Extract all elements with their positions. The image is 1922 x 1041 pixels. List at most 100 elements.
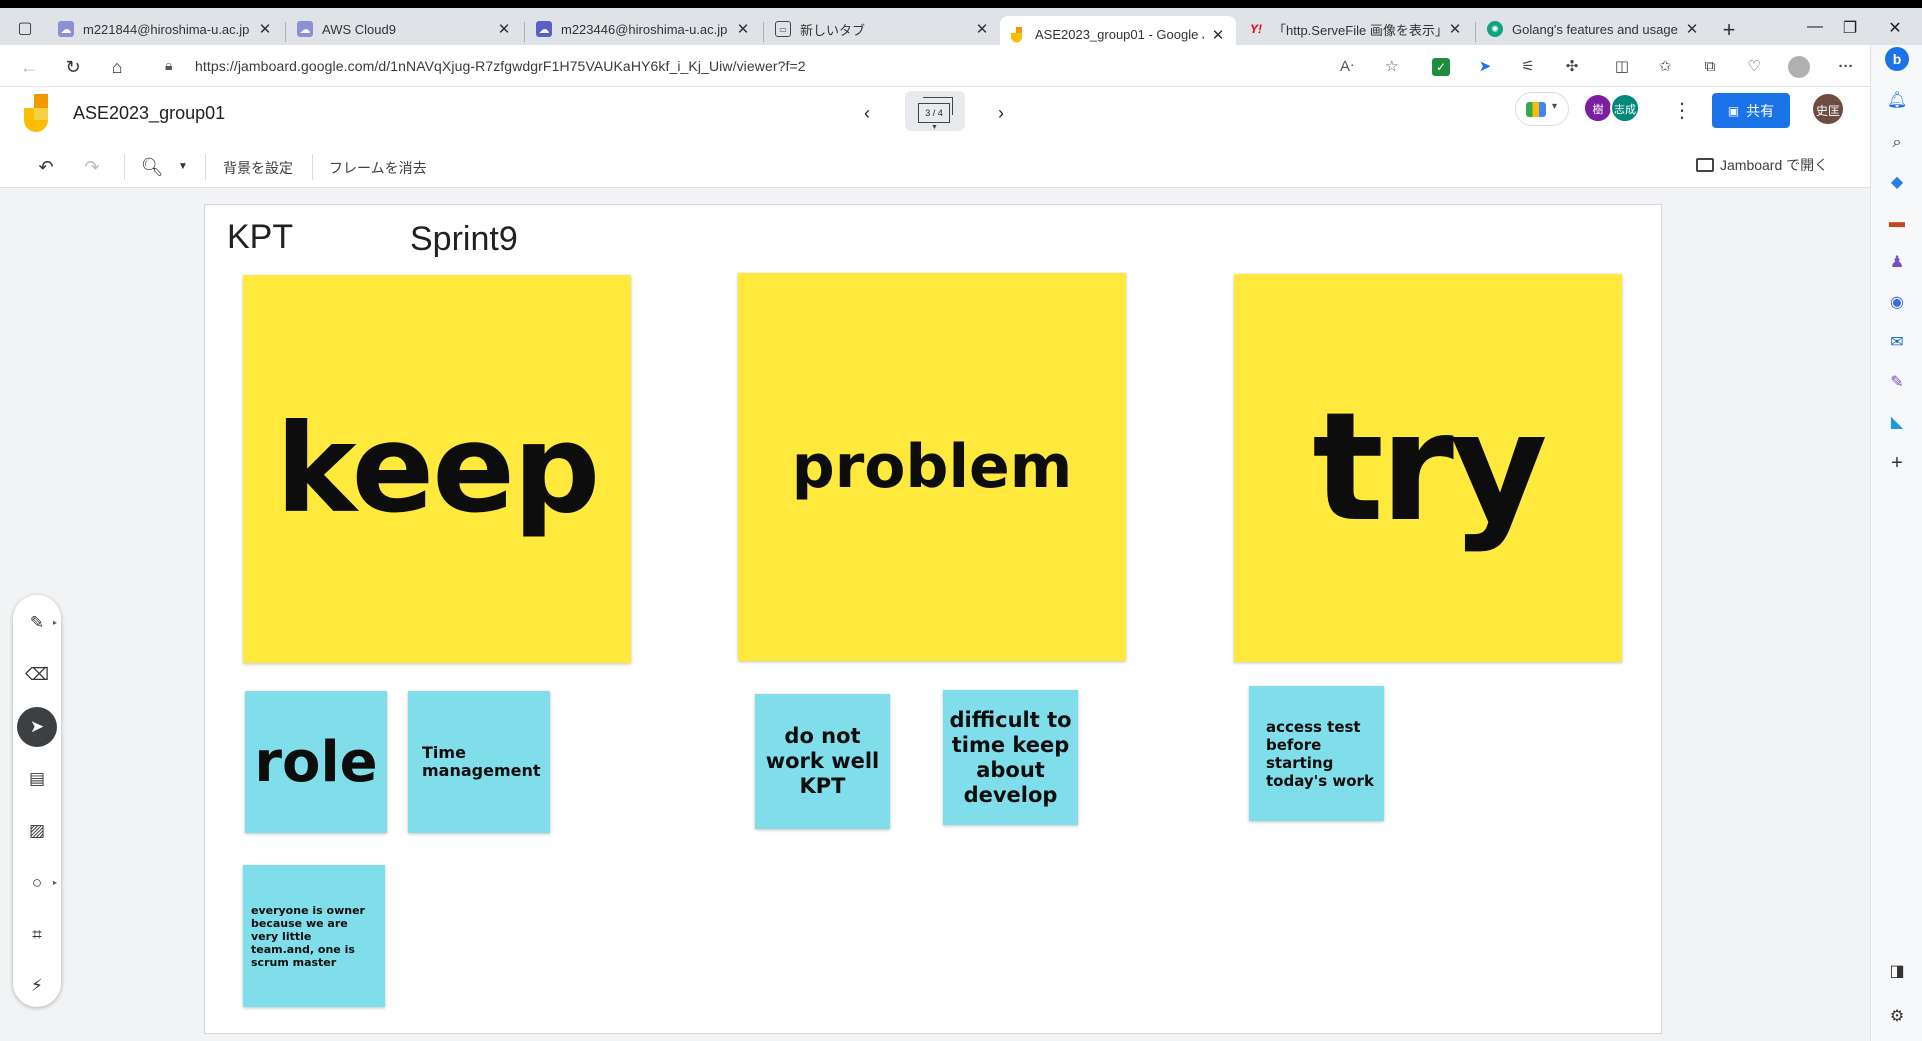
tab-actions-icon[interactable]: ▢ [10, 13, 40, 43]
tab-new-tab[interactable]: ▭ 新しいタブ ✕ [765, 12, 1000, 46]
kpt-heading[interactable]: KPT [227, 218, 293, 257]
sidebar-settings-gear-icon[interactable]: ⚙ [1885, 1005, 1909, 1029]
collections-icon[interactable]: ⧉ [1700, 57, 1720, 77]
sticky-note-icon[interactable]: ▤ [21, 763, 53, 795]
open-in-jamboard-button[interactable]: Jamboard で開く [1696, 155, 1828, 175]
more-options-icon[interactable]: ⋮ [1670, 98, 1694, 123]
tab-chatgpt[interactable]: ✺ Golang's features and usage. ✕ [1477, 12, 1710, 46]
image-icon[interactable]: ▨ [21, 815, 53, 847]
sticky-note-text: role [254, 729, 378, 795]
tab-title: ASE2023_group01 - Google Jam [1035, 27, 1204, 42]
minimize-icon[interactable]: — [1800, 18, 1830, 36]
back-button[interactable]: ← [16, 54, 42, 80]
sticky-note-problem[interactable]: problem [738, 273, 1126, 661]
checkmark-extension-icon[interactable]: ✓ [1432, 58, 1450, 76]
tab-title: 新しいタブ [800, 22, 866, 38]
redo-button[interactable]: ↷ [80, 154, 104, 180]
zoom-dropdown-icon[interactable]: ▼ [176, 154, 190, 180]
close-icon[interactable]: ✕ [1684, 20, 1700, 38]
tab-separator [763, 22, 764, 42]
address-bar-row: ← ↻ ⌂ 🔒︎ https://jamboard.google.com/d/1… [0, 45, 1922, 87]
eraser-icon[interactable]: ⌫ [21, 659, 53, 691]
sticky-note-keep[interactable]: keep [243, 275, 631, 663]
sticky-note-text: try [1312, 381, 1547, 555]
close-icon[interactable]: ✕ [257, 20, 273, 38]
open-in-jamboard-label: Jamboard で開く [1720, 157, 1829, 173]
share-button[interactable]: ▣ 共有 [1712, 93, 1790, 128]
outlook-icon[interactable]: ✉ [1885, 331, 1909, 355]
sticky-note-do-not-work-kpt[interactable]: do not work well KPT [755, 694, 890, 829]
sprint-heading[interactable]: Sprint9 [410, 220, 518, 259]
restore-icon[interactable]: ❐ [1835, 18, 1865, 38]
notifications-bell-icon[interactable]: 🔔︎ [1885, 89, 1909, 113]
bing-chat-icon[interactable]: b [1885, 47, 1909, 71]
jam-frame[interactable]: KPT Sprint9 keep problem try role Time m… [204, 204, 1662, 1034]
microsoft-365-icon[interactable]: ◉ [1885, 291, 1909, 315]
close-icon[interactable]: ✕ [974, 20, 990, 38]
next-frame-button[interactable]: › [989, 101, 1013, 125]
meet-camera-icon [1526, 102, 1546, 117]
select-arrow-icon[interactable]: ➤ [17, 707, 57, 747]
monitor-icon [1696, 158, 1714, 172]
zoom-icon[interactable]: 🔍︎ [140, 154, 164, 180]
close-icon[interactable]: ✕ [1447, 20, 1463, 38]
set-background-button[interactable]: 背景を設定 [223, 158, 293, 178]
undo-button[interactable]: ↶ [34, 154, 58, 180]
extension-graph-icon[interactable]: ⚟ [1518, 57, 1538, 77]
previous-frame-button[interactable]: ‹ [855, 101, 879, 125]
sticky-note-everyone-owner[interactable]: everyone is owner because we are very li… [243, 865, 385, 1007]
add-sidebar-app-icon[interactable]: + [1885, 451, 1909, 475]
sticky-note-time-management[interactable]: Time management [408, 691, 550, 833]
read-aloud-icon[interactable]: Aᐧ [1340, 57, 1354, 75]
sticky-note-text: access test before starting today's work [1266, 717, 1374, 790]
user-avatar[interactable]: 史匡 [1811, 92, 1845, 126]
sticky-note-access-test[interactable]: access test before starting today's work [1249, 686, 1384, 821]
tab-aws-1[interactable]: ☁ m221844@hiroshima-u.ac.jp - A ✕ [48, 12, 283, 46]
profile-icon[interactable] [1788, 56, 1810, 78]
new-tab-button[interactable]: + [1716, 17, 1742, 43]
designer-icon[interactable]: ✎ [1885, 371, 1909, 395]
cloud-icon: ☁ [58, 21, 74, 37]
settings-more-icon[interactable]: ··· [1836, 57, 1856, 77]
home-button[interactable]: ⌂ [104, 54, 130, 80]
tab-title: 「http.ServeFile 画像を表示」の検 [1273, 22, 1441, 38]
frame-bar-toggle[interactable]: 3 / 4 ▼ [905, 91, 965, 131]
meet-button[interactable]: ▾ [1515, 92, 1569, 126]
toolbar-separator [312, 154, 313, 180]
collaborator-avatar[interactable]: 樹 [1583, 93, 1613, 123]
clear-frame-button[interactable]: フレームを消去 [329, 158, 427, 178]
document-title[interactable]: ASE2023_group01 [73, 103, 225, 124]
pen-icon[interactable]: ✎ ▸ [21, 607, 57, 639]
text-box-icon[interactable]: ⌗ [21, 919, 53, 951]
tab-yahoo-search[interactable]: Y! 「http.ServeFile 画像を表示」の検 ✕ [1238, 12, 1473, 46]
search-icon[interactable]: ⌕ [1885, 131, 1909, 155]
drop-icon[interactable]: ◣ [1885, 411, 1909, 435]
split-screen-icon[interactable]: ◫ [1612, 57, 1632, 77]
collaborator-avatar[interactable]: 志成 [1610, 93, 1640, 123]
close-icon[interactable]: ✕ [735, 20, 751, 38]
hide-sidebar-icon[interactable]: ◨ [1885, 960, 1909, 984]
url-field[interactable]: 🔒︎ https://jamboard.google.com/d/1nNAVqX… [145, 50, 1415, 82]
jamboard-logo-icon[interactable] [24, 94, 52, 132]
extension-arrow-icon[interactable]: ➤ [1475, 57, 1495, 77]
laser-icon[interactable]: ⚡︎ [21, 970, 53, 1002]
close-icon[interactable]: ✕ [1210, 26, 1226, 44]
window-close-icon[interactable]: ✕ [1880, 18, 1910, 38]
browser-essentials-icon[interactable]: ♡ [1744, 57, 1764, 77]
tools-briefcase-icon[interactable]: ▬ [1885, 211, 1909, 235]
reload-button[interactable]: ↻ [60, 54, 86, 80]
sticky-note-role[interactable]: role [245, 691, 387, 833]
extensions-puzzle-icon[interactable]: ✣ [1562, 57, 1582, 77]
cloud-icon: ☁ [297, 21, 313, 37]
sticky-note-difficult-time-keep[interactable]: difficult to time keep about develop [943, 690, 1078, 825]
tab-aws-2[interactable]: ☁ m223446@hiroshima-u.ac.jp - A ✕ [526, 12, 761, 46]
circle-shape-icon[interactable]: ○ ▸ [21, 867, 57, 899]
tab-aws-cloud9[interactable]: ☁ AWS Cloud9 ✕ [287, 12, 522, 46]
sticky-note-try[interactable]: try [1234, 274, 1622, 662]
toolbar-separator [205, 154, 206, 180]
shopping-tag-icon[interactable]: ◆ [1885, 171, 1909, 195]
favorite-star-icon[interactable]: ☆ [1385, 57, 1398, 75]
favorites-icon[interactable]: ✩ [1655, 57, 1675, 77]
games-icon[interactable]: ♟ [1885, 251, 1909, 275]
close-icon[interactable]: ✕ [496, 20, 512, 38]
